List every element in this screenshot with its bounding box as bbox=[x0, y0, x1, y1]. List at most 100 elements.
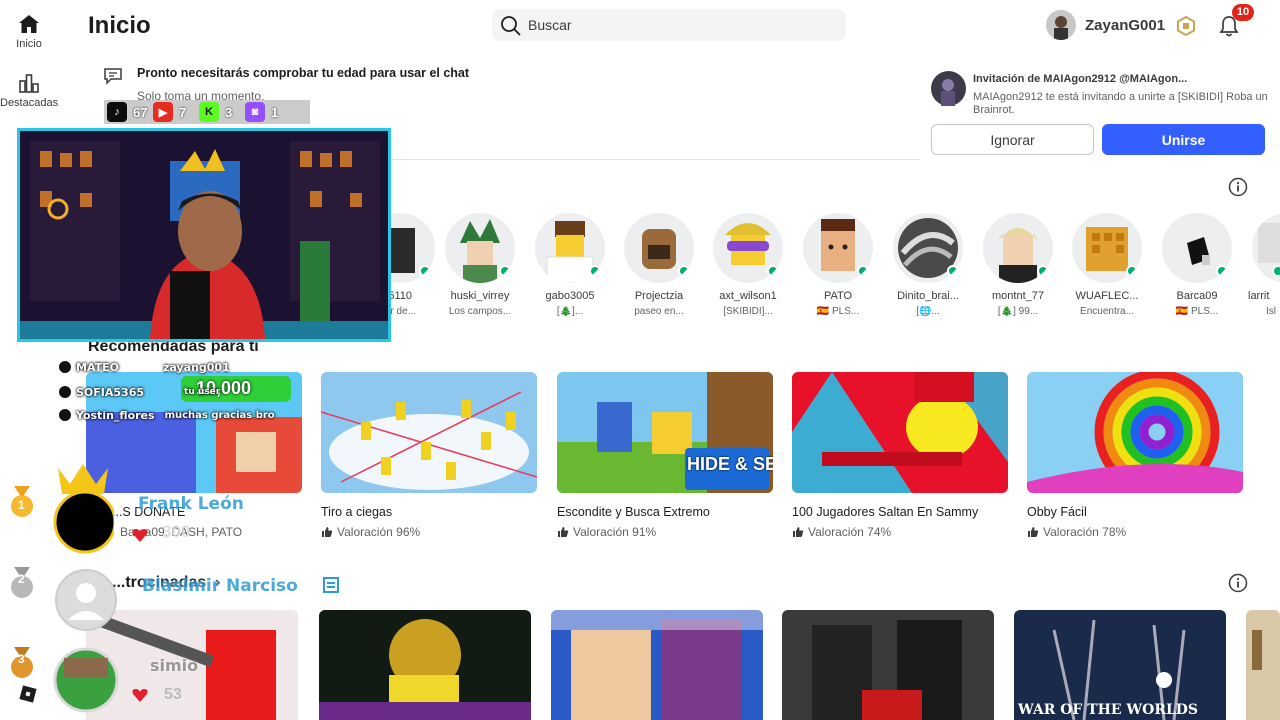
youtube-icon: ▶ bbox=[153, 102, 173, 122]
friend-status: 🇪🇸 PLS... bbox=[816, 306, 860, 317]
game-thumbnail bbox=[1027, 372, 1243, 493]
game-thumbnail: HIDE & SEEK bbox=[557, 372, 773, 493]
social-count: 3 bbox=[225, 104, 233, 120]
leader-score: 300 bbox=[162, 522, 191, 541]
sponsored-thumbnail[interactable] bbox=[551, 610, 763, 720]
nav-charts-label: Destacadas bbox=[0, 97, 59, 109]
nav-home[interactable]: Inicio bbox=[0, 14, 58, 50]
friend-avatar bbox=[535, 213, 605, 283]
game-title: Obby Fácil bbox=[1027, 505, 1087, 519]
search-input[interactable] bbox=[528, 9, 828, 41]
game-thumbnail bbox=[792, 372, 1008, 493]
search-icon bbox=[501, 16, 521, 36]
tiktok-icon bbox=[58, 408, 72, 422]
rating-value: Valoración 91% bbox=[573, 525, 657, 539]
friend-name: huski_virrey bbox=[450, 290, 510, 302]
friend-item[interactable]: huski_virrey Los campos... bbox=[440, 213, 520, 317]
friend-avatar bbox=[445, 213, 515, 283]
friend-status: [SKIBIDI]... bbox=[723, 306, 773, 317]
friend-avatar bbox=[1162, 213, 1232, 283]
robux-icon[interactable] bbox=[1176, 16, 1196, 36]
friend-avatar bbox=[893, 213, 963, 283]
friends-info-icon[interactable] bbox=[1228, 177, 1248, 197]
social-count: 67 bbox=[133, 104, 148, 120]
age-notice-title: Pronto necesitarás comprobar tu edad par… bbox=[137, 66, 470, 80]
friend-item[interactable]: Barca09 🇪🇸 PLS... bbox=[1157, 213, 1237, 317]
sponsored-thumbnail[interactable] bbox=[782, 610, 994, 720]
tiktok-icon bbox=[58, 360, 72, 374]
friend-status: [🎄]... bbox=[556, 306, 584, 317]
leader-name: simio bbox=[150, 656, 199, 675]
friend-status: Los campos... bbox=[448, 306, 512, 317]
chat-line: SOFIA5365 tu user bbox=[58, 385, 220, 399]
avatar bbox=[55, 569, 117, 631]
game-card[interactable]: Tiro a ciegas Valoración 96% bbox=[321, 372, 537, 539]
friend-item[interactable]: WUAFLEC... Encuentra... bbox=[1067, 213, 1147, 317]
friend-item[interactable]: gabo3005 [🎄]... bbox=[530, 213, 610, 317]
username[interactable]: ZayanG001 bbox=[1085, 17, 1165, 34]
game-title: Escondite y Busca Extremo bbox=[557, 505, 710, 519]
charts-icon bbox=[19, 74, 39, 93]
webcam-overlay bbox=[17, 128, 391, 342]
friend-status: [🎄] 99... bbox=[997, 306, 1039, 317]
badge-icon bbox=[323, 577, 339, 593]
friend-status: paseo en... bbox=[634, 306, 684, 317]
social-count: 7 bbox=[179, 104, 187, 120]
chat-icon bbox=[104, 68, 122, 85]
page-title: Inicio bbox=[88, 12, 151, 39]
friend-avatar bbox=[713, 213, 783, 283]
avatar bbox=[53, 647, 119, 713]
home-icon bbox=[19, 15, 39, 33]
game-card[interactable]: Obby Fácil Valoración 78% bbox=[1027, 372, 1243, 539]
game-title: Tiro a ciegas bbox=[321, 505, 393, 519]
game-rating: Valoración 96% bbox=[321, 525, 537, 539]
friend-item[interactable]: Dinito_brai... [🌐... bbox=[888, 213, 968, 317]
leader-rank: 3 bbox=[18, 652, 25, 666]
roblox-logo-icon[interactable] bbox=[18, 684, 38, 704]
sponsored-info-icon[interactable] bbox=[1228, 573, 1248, 593]
user-avatar[interactable] bbox=[1046, 10, 1076, 40]
friend-status: 🇪🇸 PLS... bbox=[1175, 306, 1219, 317]
friend-item[interactable]: axt_wilson1 [SKIBIDI]... bbox=[708, 213, 788, 317]
tiktok-icon: ♪ bbox=[107, 102, 127, 122]
chat-user: SOFIA5365 bbox=[76, 385, 145, 399]
friend-name: Projectzia bbox=[634, 290, 684, 302]
friend-item[interactable]: PATO 🇪🇸 PLS... bbox=[798, 213, 878, 317]
friend-status: [🌐... bbox=[916, 306, 940, 317]
nav-charts[interactable]: Destacadas bbox=[0, 73, 58, 109]
friend-status: Encuentra... bbox=[1080, 306, 1134, 317]
sponsored-thumb-text: WAR OF THE WORLDS bbox=[1018, 702, 1199, 718]
ignore-button[interactable]: Ignorar bbox=[931, 124, 1094, 155]
kick-icon: K bbox=[199, 102, 219, 122]
sponsored-thumbnail[interactable]: WAR OF THE WORLDS bbox=[1014, 610, 1226, 720]
game-rating: Valoración 74% bbox=[792, 525, 1008, 539]
sponsored-thumbnail[interactable] bbox=[319, 610, 531, 720]
game-rating: Valoración 91% bbox=[557, 525, 773, 539]
chat-line: Yostin_flores muchas gracias bro bbox=[58, 408, 275, 422]
heart-icon bbox=[132, 689, 148, 702]
thumbs-up-icon bbox=[558, 527, 569, 537]
thumbs-up-icon bbox=[1028, 527, 1039, 537]
search-box[interactable] bbox=[492, 9, 846, 41]
tiktok-icon bbox=[58, 385, 72, 399]
leader-score: 53 bbox=[164, 686, 182, 703]
game-card[interactable]: HIDE & SEEK Escondite y Busca Extremo Va… bbox=[557, 372, 773, 539]
friend-item[interactable]: Projectzia paseo en... bbox=[619, 213, 699, 317]
game-card[interactable]: 100 Jugadores Saltan En Sammy Valoración… bbox=[792, 372, 1008, 539]
thumbs-up-icon bbox=[793, 527, 804, 537]
game-meta: Barca09, DASH, PATO bbox=[86, 525, 302, 539]
friend-name: WUAFLEC... bbox=[1075, 290, 1139, 302]
rating-value: Valoración 96% bbox=[337, 525, 421, 539]
join-button[interactable]: Unirse bbox=[1102, 124, 1265, 155]
thumbs-up-icon bbox=[322, 527, 333, 537]
friend-item[interactable]: larrit Isl bbox=[1248, 213, 1280, 317]
chat-line: MATEO zayang001 bbox=[58, 360, 230, 374]
sponsored-thumbnail[interactable] bbox=[1246, 610, 1280, 720]
chat-user: Yostin_flores bbox=[76, 408, 155, 422]
friend-item[interactable]: montnt_77 [🎄] 99... bbox=[978, 213, 1058, 317]
heart-icon bbox=[132, 529, 148, 542]
rating-value: Valoración 78% bbox=[1043, 525, 1127, 539]
game-title: 100 Jugadores Saltan En Sammy bbox=[792, 505, 979, 519]
friend-avatar bbox=[803, 213, 873, 283]
friend-name: axt_wilson1 bbox=[719, 290, 777, 302]
